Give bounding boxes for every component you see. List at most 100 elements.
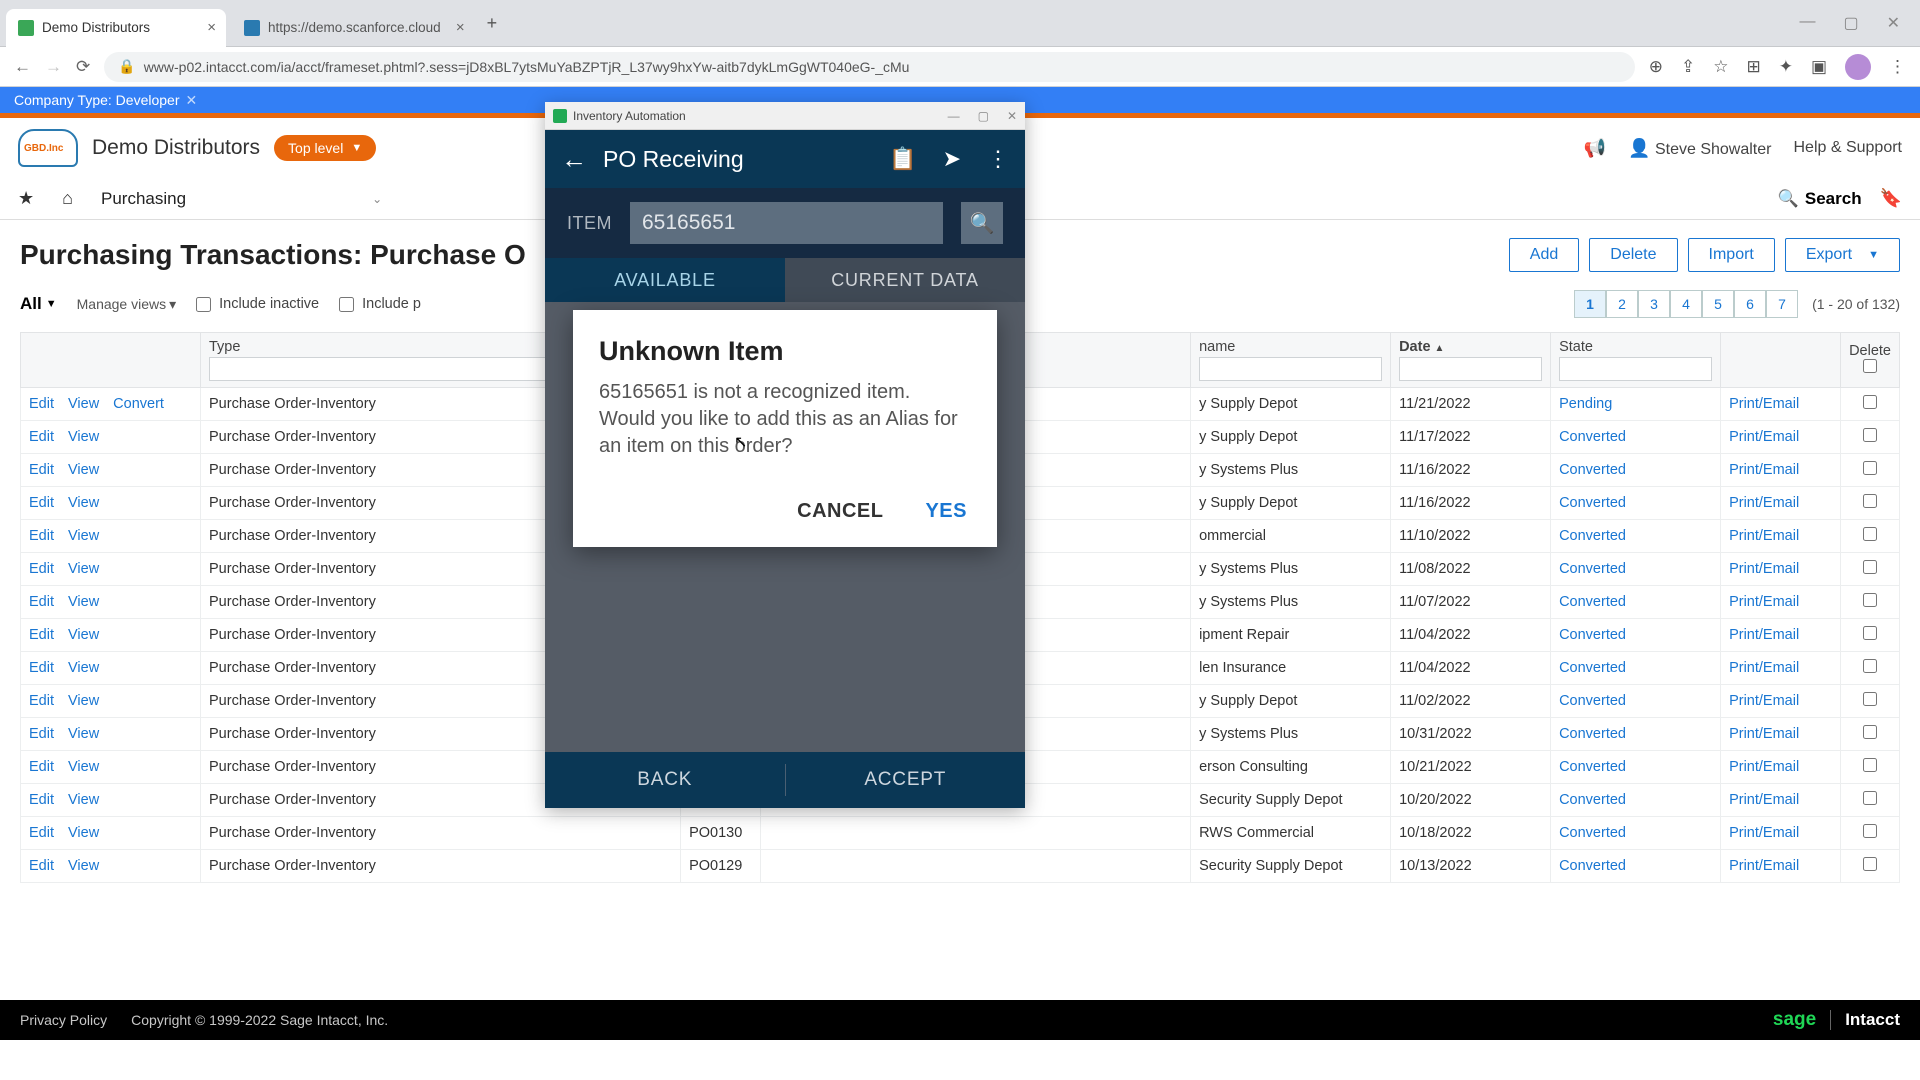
view-link[interactable]: View <box>68 825 99 841</box>
row-checkbox[interactable] <box>1863 659 1877 673</box>
filter-input[interactable] <box>1559 357 1712 381</box>
view-link[interactable]: View <box>68 759 99 775</box>
edit-link[interactable]: Edit <box>29 528 54 544</box>
edit-link[interactable]: Edit <box>29 825 54 841</box>
row-checkbox[interactable] <box>1863 791 1877 805</box>
state-link[interactable]: Converted <box>1559 561 1626 577</box>
edit-link[interactable]: Edit <box>29 792 54 808</box>
close-icon[interactable]: × <box>207 19 216 36</box>
view-link[interactable]: View <box>68 561 99 577</box>
edit-link[interactable]: Edit <box>29 759 54 775</box>
import-button[interactable]: Import <box>1688 238 1775 272</box>
state-link[interactable]: Converted <box>1559 792 1626 808</box>
bookmark-icon[interactable]: ☆ <box>1713 57 1728 77</box>
printemail-link[interactable]: Print/Email <box>1729 858 1799 874</box>
minimize-icon[interactable]: — <box>948 109 960 123</box>
back-icon[interactable]: ← <box>561 144 587 175</box>
col-label[interactable]: State <box>1559 339 1712 355</box>
menu-icon[interactable]: ⋮ <box>1889 57 1906 77</box>
edit-link[interactable]: Edit <box>29 858 54 874</box>
entity-selector[interactable]: Top level ▼ <box>274 135 376 161</box>
edit-link[interactable]: Edit <box>29 726 54 742</box>
back-button[interactable]: BACK <box>545 752 785 808</box>
page-button[interactable]: 6 <box>1734 290 1766 318</box>
view-link[interactable]: View <box>68 792 99 808</box>
announcements-icon[interactable]: 📢 <box>1584 138 1606 159</box>
back-icon[interactable]: ← <box>14 57 31 77</box>
filter-input[interactable] <box>1399 357 1542 381</box>
state-link[interactable]: Converted <box>1559 528 1626 544</box>
state-link[interactable]: Converted <box>1559 726 1626 742</box>
view-link[interactable]: View <box>68 396 99 412</box>
state-link[interactable]: Converted <box>1559 495 1626 511</box>
delete-button[interactable]: Delete <box>1589 238 1677 272</box>
view-link[interactable]: View <box>68 858 99 874</box>
manage-views-link[interactable]: Manage views ▾ <box>77 296 177 313</box>
col-label[interactable]: name <box>1199 339 1382 355</box>
share-icon[interactable]: ⇪ <box>1681 57 1695 77</box>
tab-available[interactable]: AVAILABLE <box>545 258 785 302</box>
url-field[interactable]: 🔒 www-p02.intacct.com/ia/acct/frameset.p… <box>104 52 1634 82</box>
company-logo[interactable] <box>18 129 78 167</box>
row-checkbox[interactable] <box>1863 626 1877 640</box>
printemail-link[interactable]: Print/Email <box>1729 693 1799 709</box>
convert-link[interactable]: Convert <box>113 396 164 412</box>
edit-link[interactable]: Edit <box>29 561 54 577</box>
maximize-icon[interactable]: ▢ <box>1843 13 1858 33</box>
edit-link[interactable]: Edit <box>29 462 54 478</box>
favorites-icon[interactable]: ★ <box>18 188 34 209</box>
checkbox-input[interactable] <box>339 297 354 312</box>
search-button[interactable]: 🔍 <box>961 202 1003 244</box>
state-link[interactable]: Converted <box>1559 858 1626 874</box>
send-icon[interactable]: ➤ <box>943 146 961 172</box>
row-checkbox[interactable] <box>1863 461 1877 475</box>
tab-current-data[interactable]: CURRENT DATA <box>785 258 1025 302</box>
printemail-link[interactable]: Print/Email <box>1729 528 1799 544</box>
bookmark-icon[interactable]: 🔖 <box>1880 188 1902 209</box>
printemail-link[interactable]: Print/Email <box>1729 495 1799 511</box>
select-all-checkbox[interactable] <box>1863 359 1877 373</box>
edit-link[interactable]: Edit <box>29 396 54 412</box>
state-link[interactable]: Converted <box>1559 594 1626 610</box>
row-checkbox[interactable] <box>1863 395 1877 409</box>
window-titlebar[interactable]: Inventory Automation — ▢ ✕ <box>545 102 1025 130</box>
item-input[interactable]: 65165651 <box>630 202 943 244</box>
row-checkbox[interactable] <box>1863 824 1877 838</box>
home-icon[interactable]: ⌂ <box>62 188 73 209</box>
more-icon[interactable]: ⋮ <box>987 146 1009 172</box>
view-dropdown[interactable]: All ▼ <box>20 294 57 314</box>
profile-avatar[interactable] <box>1845 54 1871 80</box>
view-link[interactable]: View <box>68 594 99 610</box>
view-link[interactable]: View <box>68 495 99 511</box>
close-icon[interactable]: × <box>456 19 465 36</box>
page-button[interactable]: 2 <box>1606 290 1638 318</box>
checkbox-input[interactable] <box>196 297 211 312</box>
printemail-link[interactable]: Print/Email <box>1729 792 1799 808</box>
row-checkbox[interactable] <box>1863 560 1877 574</box>
page-button[interactable]: 3 <box>1638 290 1670 318</box>
state-link[interactable]: Converted <box>1559 825 1626 841</box>
cancel-button[interactable]: CANCEL <box>793 494 887 529</box>
row-checkbox[interactable] <box>1863 692 1877 706</box>
panel-icon[interactable]: ▣ <box>1811 57 1827 77</box>
view-link[interactable]: View <box>68 660 99 676</box>
col-label[interactable]: Delete <box>1849 343 1891 359</box>
printemail-link[interactable]: Print/Email <box>1729 561 1799 577</box>
chevron-down-icon[interactable]: ⌄ <box>372 192 382 206</box>
extension-icon[interactable]: ⊞ <box>1746 57 1760 77</box>
state-link[interactable]: Converted <box>1559 462 1626 478</box>
row-checkbox[interactable] <box>1863 725 1877 739</box>
edit-link[interactable]: Edit <box>29 660 54 676</box>
col-label[interactable]: Date <box>1399 339 1430 355</box>
view-link[interactable]: View <box>68 693 99 709</box>
view-link[interactable]: View <box>68 627 99 643</box>
add-button[interactable]: Add <box>1509 238 1579 272</box>
row-checkbox[interactable] <box>1863 857 1877 871</box>
browser-tab-active[interactable]: Demo Distributors × <box>6 9 226 47</box>
puzzle-icon[interactable]: ✦ <box>1779 57 1793 77</box>
view-link[interactable]: View <box>68 429 99 445</box>
include-private-checkbox[interactable]: Include p <box>339 296 421 312</box>
close-icon[interactable]: ✕ <box>186 92 198 109</box>
page-button[interactable]: 1 <box>1574 290 1606 318</box>
row-checkbox[interactable] <box>1863 527 1877 541</box>
